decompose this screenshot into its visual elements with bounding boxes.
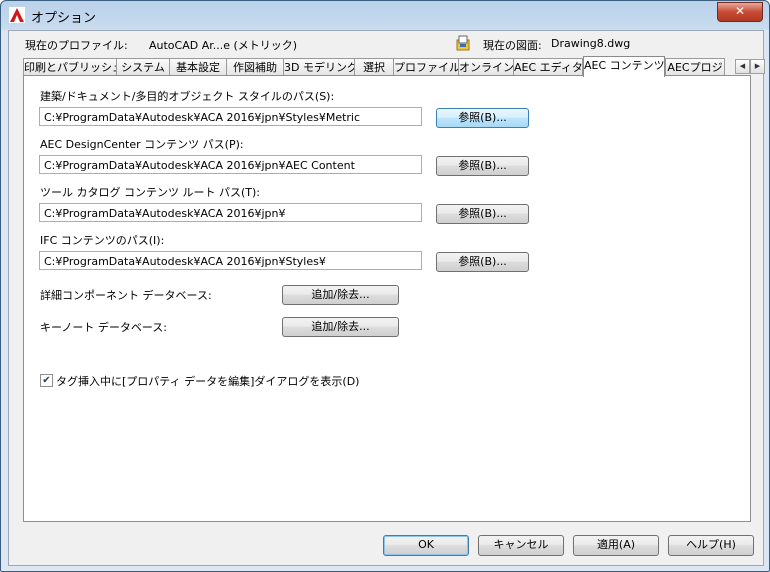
tab-selection[interactable]: 選択 — [354, 58, 394, 76]
keynote-db-button[interactable]: 追加/除去... — [282, 317, 399, 337]
help-button[interactable]: ヘルプ(H) — [668, 535, 754, 556]
tool-catalog-path-label: ツール カタログ コンテンツ ルート パス(T): — [40, 186, 260, 199]
tab-drafting[interactable]: 作図補助 — [226, 58, 284, 76]
keynote-db-label: キーノート データベース: — [40, 321, 167, 334]
show-property-dialog-label[interactable]: タグ挿入中に[プロパティ データを編集]ダイアログを表示(D) — [56, 373, 359, 389]
tool-catalog-path-input[interactable]: C:¥ProgramData¥Autodesk¥ACA 2016¥jpn¥ — [39, 203, 422, 222]
tab-aec-content[interactable]: AEC コンテンツ — [583, 56, 665, 77]
cancel-button[interactable]: キャンセル — [478, 535, 564, 556]
styles-path-browse-button[interactable]: 参照(B)... — [436, 108, 529, 128]
detail-component-db-button[interactable]: 追加/除去... — [282, 285, 399, 305]
options-dialog: オプション ✕ 現在のプロファイル: AutoCAD Ar...e (メトリック… — [0, 0, 770, 572]
window-title: オプション — [31, 11, 97, 26]
close-button[interactable]: ✕ — [717, 2, 763, 22]
tab-online[interactable]: オンライン — [458, 58, 514, 76]
show-property-dialog-checkbox[interactable]: ✔ — [40, 374, 53, 387]
tool-catalog-path-browse-button[interactable]: 参照(B)... — [436, 204, 529, 224]
styles-path-label: 建築/ドキュメント/多目的オブジェクト スタイルのパス(S): — [40, 90, 335, 103]
tab-3d-modeling[interactable]: 3D モデリング — [283, 58, 355, 76]
tab-system[interactable]: システム — [116, 58, 170, 76]
title-bar[interactable]: オプション ✕ — [1, 1, 769, 29]
drawing-value: Drawing8.dwg — [551, 37, 631, 50]
drawing-file-icon — [456, 35, 470, 51]
profile-value: AutoCAD Ar...e (メトリック) — [149, 39, 298, 52]
tab-strip: 印刷とパブリッシュ システム 基本設定 作図補助 3D モデリング 選択 プロフ… — [23, 56, 765, 77]
designcenter-path-browse-button[interactable]: 参照(B)... — [436, 156, 529, 176]
aec-content-panel: 建築/ドキュメント/多目的オブジェクト スタイルのパス(S): C:¥Progr… — [23, 75, 751, 522]
styles-path-input[interactable]: C:¥ProgramData¥Autodesk¥ACA 2016¥jpn¥Sty… — [39, 107, 422, 126]
autocad-logo-icon — [9, 7, 25, 23]
tab-aec-project[interactable]: AECプロジ — [665, 58, 725, 76]
tab-scroll-right-icon[interactable]: ▶ — [750, 59, 765, 74]
tab-plot-publish[interactable]: 印刷とパブリッシュ — [23, 58, 117, 76]
ok-button[interactable]: OK — [383, 535, 469, 556]
tab-scroll-left-icon[interactable]: ◀ — [735, 59, 750, 74]
tab-scroll-arrows: ◀ ▶ — [735, 58, 765, 74]
tab-profiles[interactable]: プロファイル — [393, 58, 459, 76]
tab-user-preferences[interactable]: 基本設定 — [169, 58, 227, 76]
apply-button[interactable]: 適用(A) — [573, 535, 659, 556]
designcenter-path-label: AEC DesignCenter コンテンツ パス(P): — [40, 138, 244, 151]
profile-label: 現在のプロファイル: — [25, 39, 128, 52]
tab-aec-editor[interactable]: AEC エディタ — [513, 58, 583, 76]
detail-component-db-label: 詳細コンポーネント データベース: — [40, 289, 212, 302]
dialog-body: 現在のプロファイル: AutoCAD Ar...e (メトリック) 現在の図面:… — [8, 30, 765, 566]
ifc-path-label: IFC コンテンツのパス(I): — [40, 234, 165, 247]
ifc-path-browse-button[interactable]: 参照(B)... — [436, 252, 529, 272]
designcenter-path-input[interactable]: C:¥ProgramData¥Autodesk¥ACA 2016¥jpn¥AEC… — [39, 155, 422, 174]
drawing-label: 現在の図面: — [483, 39, 542, 52]
ifc-path-input[interactable]: C:¥ProgramData¥Autodesk¥ACA 2016¥jpn¥Sty… — [39, 251, 422, 270]
